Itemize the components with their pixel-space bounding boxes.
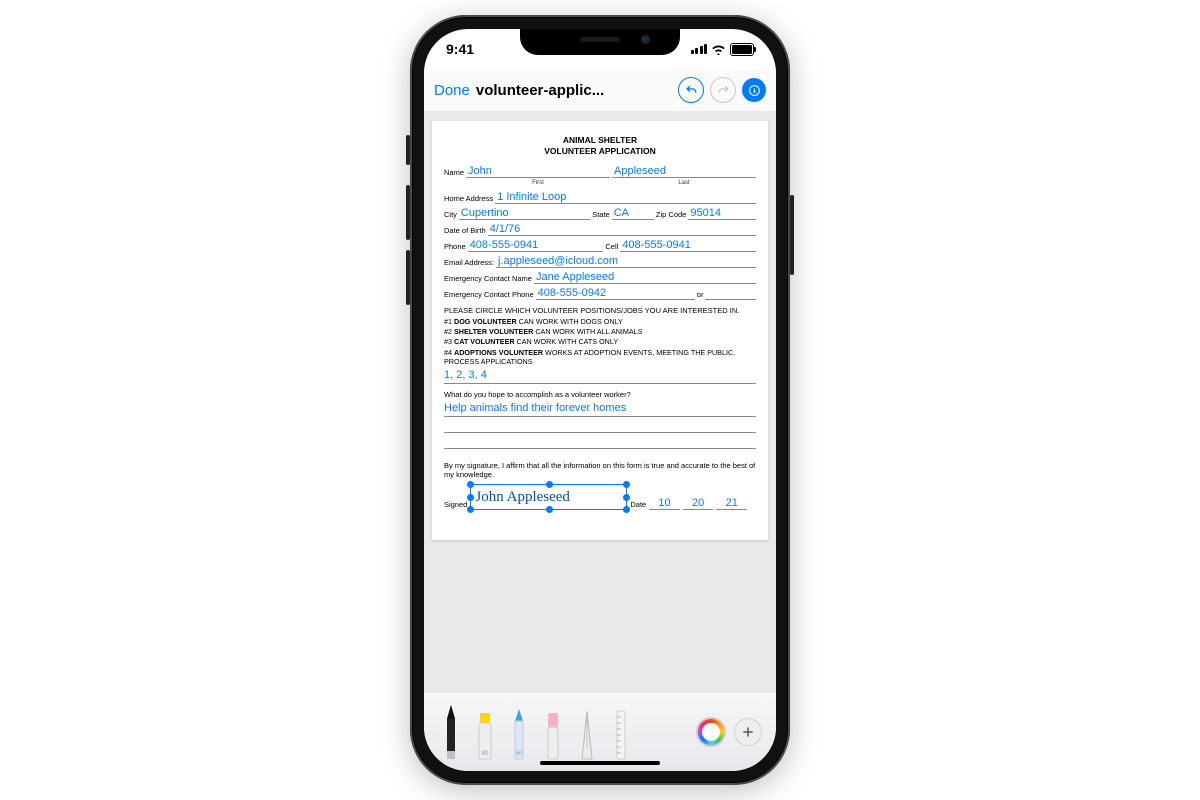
label-date: Date [630,500,646,510]
redo-button[interactable] [710,77,736,103]
undo-button[interactable] [678,77,704,103]
position-1: #1 DOG VOLUNTEER CAN WORK WITH DOGS ONLY [444,317,756,326]
wifi-icon [711,44,726,55]
cellular-icon [691,44,708,54]
blank-line-2[interactable] [444,438,756,449]
label-ec-phone: Emergency Contact Phone [444,290,534,300]
document-page[interactable]: ANIMAL SHELTER VOLUNTEER APPLICATION Nam… [432,121,768,540]
affirmation-text: By my signature, I affirm that all the i… [444,461,756,481]
field-date-y[interactable]: 21 [716,497,747,510]
label-email: Email Address: [444,258,494,268]
field-zip[interactable]: 95014 [688,207,756,220]
color-picker[interactable] [696,717,726,747]
label-zip: Zip Code [656,210,686,220]
sublabel-first: First [466,180,610,188]
field-accomplish-answer[interactable]: Help animals find their forever homes [444,401,756,416]
iphone-frame: 9:41 Done volunteer-applic... [410,15,790,785]
screen: 9:41 Done volunteer-applic... [424,29,776,771]
document-title: volunteer-applic... [476,82,604,99]
lasso-tool[interactable] [574,703,600,761]
eraser-tool[interactable] [540,703,566,761]
label-or: or [697,290,704,300]
position-4: #4 ADOPTIONS VOLUNTEER WORKS AT ADOPTION… [444,348,756,367]
pencil-opacity: 50 [516,751,523,757]
field-ec-name[interactable]: Jane Appleseed [534,271,756,284]
done-button[interactable]: Done [434,82,470,99]
field-cell[interactable]: 408-555-0941 [620,239,756,252]
label-signed: Signed [444,500,467,510]
label-dob: Date of Birth [444,226,486,236]
blank-line-1[interactable] [444,422,756,433]
field-first-name[interactable]: John [466,165,610,178]
field-ec-alt[interactable] [705,299,756,300]
document-viewport[interactable]: ANIMAL SHELTER VOLUNTEER APPLICATION Nam… [424,111,776,693]
sublabel-last: Last [612,180,756,188]
field-date-d[interactable]: 20 [683,497,714,510]
highlighter-opacity: 80 [482,751,489,757]
form-header-2: VOLUNTEER APPLICATION [444,146,756,157]
label-address: Home Address [444,194,493,204]
ruler-tool[interactable] [608,703,634,761]
field-city[interactable]: Cupertino [459,207,590,220]
position-2: #2 SHELTER VOLUNTEER CAN WORK WITH ALL A… [444,327,756,336]
home-indicator[interactable] [540,761,660,765]
accomplish-question: What do you hope to accomplish as a volu… [444,390,756,400]
battery-icon [730,43,754,56]
signature-selection[interactable]: John Appleseed [470,484,627,510]
field-state[interactable]: CA [612,207,654,220]
notch [520,29,680,55]
field-positions-answer[interactable]: 1, 2, 3, 4 [444,368,756,383]
pen-tool[interactable] [438,703,464,761]
field-phone[interactable]: 408-555-0941 [468,239,604,252]
markup-button[interactable] [742,78,766,102]
nav-bar: Done volunteer-applic... [424,69,776,112]
add-button[interactable] [734,718,762,746]
label-ec-name: Emergency Contact Name [444,274,532,284]
positions-prompt: PLEASE CIRCLE WHICH VOLUNTEER POSITIONS/… [444,306,756,316]
pencil-tool[interactable]: 50 [506,703,532,761]
field-date-m[interactable]: 10 [649,497,680,510]
label-cell: Cell [605,242,618,252]
field-dob[interactable]: 4/1/76 [488,223,756,236]
markup-toolbar: 80 50 [424,693,776,771]
field-address[interactable]: 1 Infinite Loop [495,191,756,204]
label-name: Name [444,168,464,178]
field-ec-phone[interactable]: 408-555-0942 [536,287,695,300]
label-city: City [444,210,457,220]
label-phone: Phone [444,242,466,252]
label-state: State [592,210,610,220]
status-time: 9:41 [446,41,474,57]
position-3: #3 CAT VOLUNTEER CAN WORK WITH CATS ONLY [444,337,756,346]
field-last-name[interactable]: Appleseed [612,165,756,178]
form-header-1: ANIMAL SHELTER [444,135,756,146]
field-email[interactable]: j.appleseed@icloud.com [496,255,756,268]
highlighter-tool[interactable]: 80 [472,703,498,761]
